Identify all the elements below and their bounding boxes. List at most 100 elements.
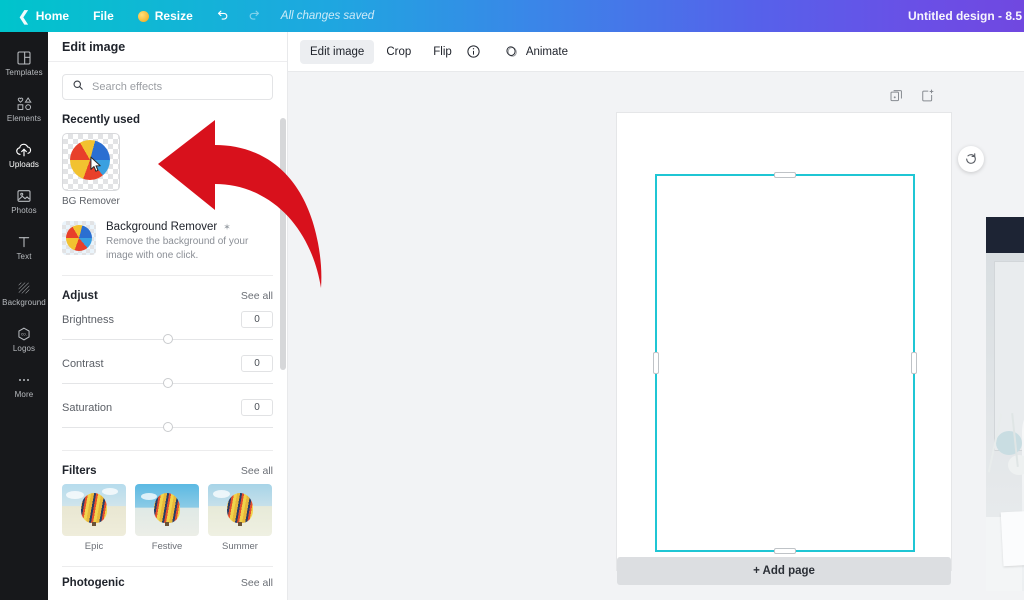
- bg-remover-label: BG Remover: [62, 196, 120, 207]
- filters-see-all-link[interactable]: See all: [241, 465, 273, 477]
- sidebar-item-text[interactable]: Text: [0, 224, 48, 270]
- tab-crop[interactable]: Crop: [376, 40, 421, 64]
- slider-brightness-track[interactable]: [62, 332, 273, 346]
- filter-label-epic: Epic: [84, 541, 104, 552]
- tab-flip[interactable]: Flip: [423, 40, 462, 64]
- slider-saturation-header: Saturation 0: [62, 399, 273, 416]
- rotate-icon[interactable]: [958, 146, 984, 172]
- filter-label-festive: Festive: [151, 541, 183, 552]
- slider-saturation-track[interactable]: [62, 420, 273, 434]
- sidebar-item-elements[interactable]: Elements: [0, 86, 48, 132]
- sidebar-item-background[interactable]: Background: [0, 270, 48, 316]
- animate-button[interactable]: Animate: [494, 40, 578, 64]
- home-label: Home: [35, 9, 70, 23]
- templates-icon: [16, 49, 32, 66]
- adjust-header: Adjust See all: [62, 290, 273, 302]
- design-page[interactable]: Believe: [617, 113, 1024, 591]
- filter-item-festive[interactable]: Festive: [135, 484, 199, 552]
- background-remover-thumbnail: [62, 221, 96, 255]
- photos-icon: [16, 187, 32, 204]
- sidebar-item-uploads[interactable]: Uploads: [0, 132, 48, 178]
- tab-crop-label: Crop: [386, 45, 412, 58]
- panel-divider-2: [62, 450, 273, 451]
- more-icon: [16, 371, 32, 388]
- slider-contrast-thumb[interactable]: [162, 378, 173, 388]
- background-remover-text: Background Remover ✶ Remove the backgrou…: [106, 221, 273, 262]
- panel-body: Search effects Recently used BG Remover …: [48, 74, 287, 600]
- slider-contrast[interactable]: Contrast 0: [62, 355, 273, 390]
- add-page-label: + Add page: [753, 565, 815, 577]
- info-icon[interactable]: [464, 40, 484, 64]
- chevron-left-icon: ❮: [18, 8, 30, 24]
- sidebar-label-logos: Logos: [12, 344, 36, 353]
- slider-saturation-label: Saturation: [62, 401, 113, 414]
- animate-icon: [504, 40, 520, 64]
- slider-brightness-thumb[interactable]: [162, 334, 173, 344]
- redo-icon[interactable]: [239, 0, 273, 32]
- undo-icon[interactable]: [205, 0, 239, 32]
- sidebar-label-templates: Templates: [5, 68, 43, 77]
- photogenic-see-all-link[interactable]: See all: [241, 577, 273, 589]
- slider-brightness-value[interactable]: 0: [241, 311, 273, 328]
- tab-edit-image[interactable]: Edit image: [300, 39, 375, 64]
- resize-label: Resize: [154, 9, 193, 23]
- slider-brightness-header: Brightness 0: [62, 311, 273, 328]
- editor-toolbar: Edit image Crop Flip Animate: [288, 32, 1024, 72]
- file-label: File: [93, 9, 114, 23]
- page-actions: [889, 88, 935, 108]
- slider-saturation-thumb[interactable]: [162, 422, 173, 432]
- canvas-area: Believe + Add page: [288, 72, 1024, 600]
- sidebar-item-photos[interactable]: Photos: [0, 178, 48, 224]
- slider-saturation[interactable]: Saturation 0: [62, 399, 273, 434]
- slider-contrast-track[interactable]: [62, 376, 273, 390]
- add-page-icon[interactable]: [920, 88, 935, 108]
- filter-thumbnail-epic: [62, 484, 126, 536]
- star-icon: ✶: [223, 221, 231, 232]
- background-remover-item[interactable]: Background Remover ✶ Remove the backgrou…: [62, 221, 273, 262]
- document-title[interactable]: Untitled design - 8.5: [908, 9, 1024, 23]
- file-menu-button[interactable]: File: [81, 0, 126, 32]
- beach-ball-graphic-small: [66, 225, 92, 251]
- photogenic-header: Photogenic See all: [62, 577, 273, 589]
- left-rail: Templates Elements Uploads Photos Text B…: [0, 32, 48, 600]
- resize-button[interactable]: Resize: [126, 0, 205, 32]
- sidebar-item-logos[interactable]: co. Logos: [0, 316, 48, 362]
- adjust-see-all-link[interactable]: See all: [241, 290, 273, 302]
- search-effects-input[interactable]: Search effects: [62, 74, 273, 100]
- balloon-basket: [92, 522, 96, 526]
- sidebar-item-templates[interactable]: Templates: [0, 40, 48, 86]
- adjust-title: Adjust: [62, 290, 98, 302]
- sidebar-label-text: Text: [16, 252, 32, 261]
- top-bar: ❮ Home File Resize All changes saved Unt…: [0, 0, 1024, 32]
- background-icon: [16, 279, 32, 296]
- duplicate-page-icon[interactable]: [889, 88, 904, 108]
- recently-used-item-bg-remover[interactable]: BG Remover: [62, 133, 120, 207]
- filter-item-epic[interactable]: Epic: [62, 484, 126, 552]
- elements-icon: [16, 95, 33, 112]
- home-button[interactable]: ❮ Home: [0, 0, 81, 32]
- slider-contrast-value[interactable]: 0: [241, 355, 273, 372]
- sidebar-item-more[interactable]: More: [0, 362, 48, 408]
- filter-item-summer[interactable]: Summer: [208, 484, 272, 552]
- sidebar-label-photos: Photos: [11, 206, 37, 215]
- slider-saturation-value[interactable]: 0: [241, 399, 273, 416]
- slider-brightness-label: Brightness: [62, 313, 114, 326]
- cursor-icon: [90, 156, 103, 178]
- slider-brightness[interactable]: Brightness 0: [62, 311, 273, 346]
- add-page-button[interactable]: + Add page: [617, 557, 951, 585]
- filters-title: Filters: [62, 465, 97, 477]
- search-placeholder: Search effects: [92, 81, 163, 93]
- crown-icon: [137, 10, 149, 22]
- search-icon: [72, 78, 84, 96]
- bg-remover-thumbnail: [62, 133, 120, 191]
- sidebar-label-more: More: [14, 390, 34, 399]
- filter-label-summer: Summer: [222, 541, 258, 552]
- background-remover-title-row: Background Remover ✶: [106, 221, 273, 233]
- panel-scrollbar[interactable]: [280, 118, 286, 370]
- effects-panel: Edit image Search effects Recently used …: [48, 32, 288, 600]
- photo-element[interactable]: Believe: [986, 217, 1024, 591]
- sidebar-label-elements: Elements: [6, 114, 42, 123]
- panel-divider-3: [62, 566, 273, 567]
- tab-edit-image-label: Edit image: [310, 45, 365, 58]
- animate-label: Animate: [525, 45, 568, 58]
